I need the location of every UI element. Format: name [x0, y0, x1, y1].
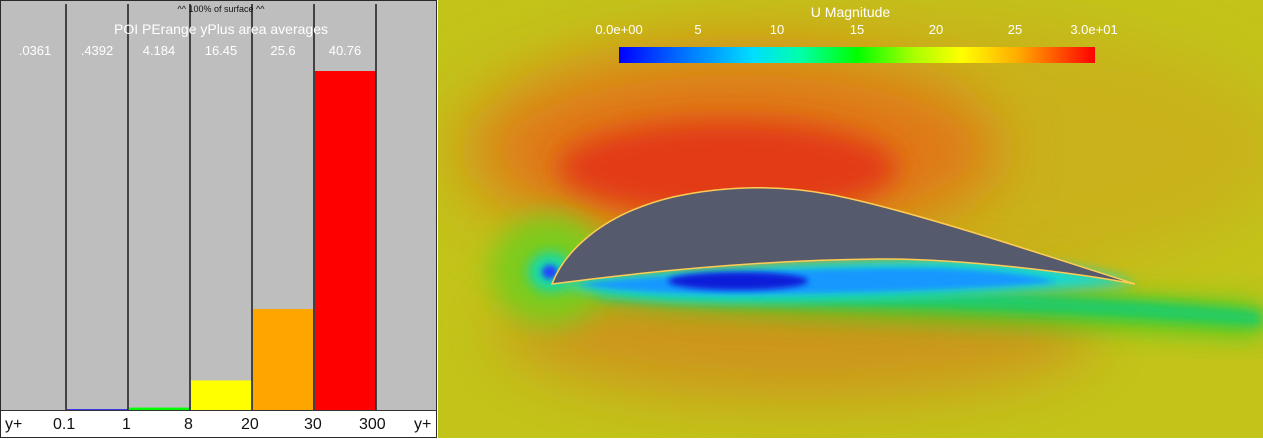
colorbar-tick-30: 3.0e+01: [1070, 22, 1118, 37]
histogram-bar-30-300: [315, 71, 376, 411]
velocity-field-view[interactable]: U Magnitude 0.0e+00 5 10 15 20 25 3.0e+0…: [438, 0, 1263, 438]
colorbar-tick-5: 5: [694, 22, 702, 37]
colorbar-tick-10: 10: [769, 22, 785, 37]
bin-average-4: 16.45: [204, 43, 238, 58]
bin-average-2: .4392: [80, 43, 114, 58]
bin-average-3: 4.184: [142, 43, 176, 58]
tick-label-1: 1: [122, 416, 131, 433]
bin-average-5: 25.6: [270, 43, 296, 58]
colorbar-tick-15: 15: [849, 22, 865, 37]
bin-average-6: 40.76: [328, 43, 362, 58]
histogram-bar-20-30: [253, 309, 314, 411]
tick-label-0.1: 0.1: [53, 416, 76, 433]
yplus-histogram-panel: ^^ 100% of surface ^^ POI PErange yPlus …: [0, 0, 437, 438]
colorbar-tick-20: 20: [928, 22, 944, 37]
histogram-plot: [65, 4, 377, 411]
velocity-contour-plot: [438, 0, 1263, 438]
axis-label-right: y+: [414, 416, 432, 433]
surface-note: ^^ 100% of surface ^^: [177, 4, 265, 14]
recirculation-core: [668, 272, 808, 290]
colorbar-tick-0: 0.0e+00: [595, 22, 643, 37]
tick-label-30: 30: [304, 416, 322, 433]
tick-label-20: 20: [241, 416, 259, 433]
tick-label-300: 300: [359, 416, 386, 433]
colorbar-title: U Magnitude: [810, 4, 891, 20]
tick-label-8: 8: [184, 416, 193, 433]
x-axis-strip: y+ 0.1 1 8 20 30 300 y+: [1, 410, 436, 437]
axis-label-left: y+: [5, 416, 23, 433]
bin-average-1: .0361: [18, 43, 52, 58]
histogram-title: POI PErange yPlus area averages: [113, 21, 328, 37]
colorbar-tick-25: 25: [1007, 22, 1023, 37]
histogram-bar-8-20: [191, 380, 252, 411]
colorbar-gradient: [619, 47, 1095, 63]
